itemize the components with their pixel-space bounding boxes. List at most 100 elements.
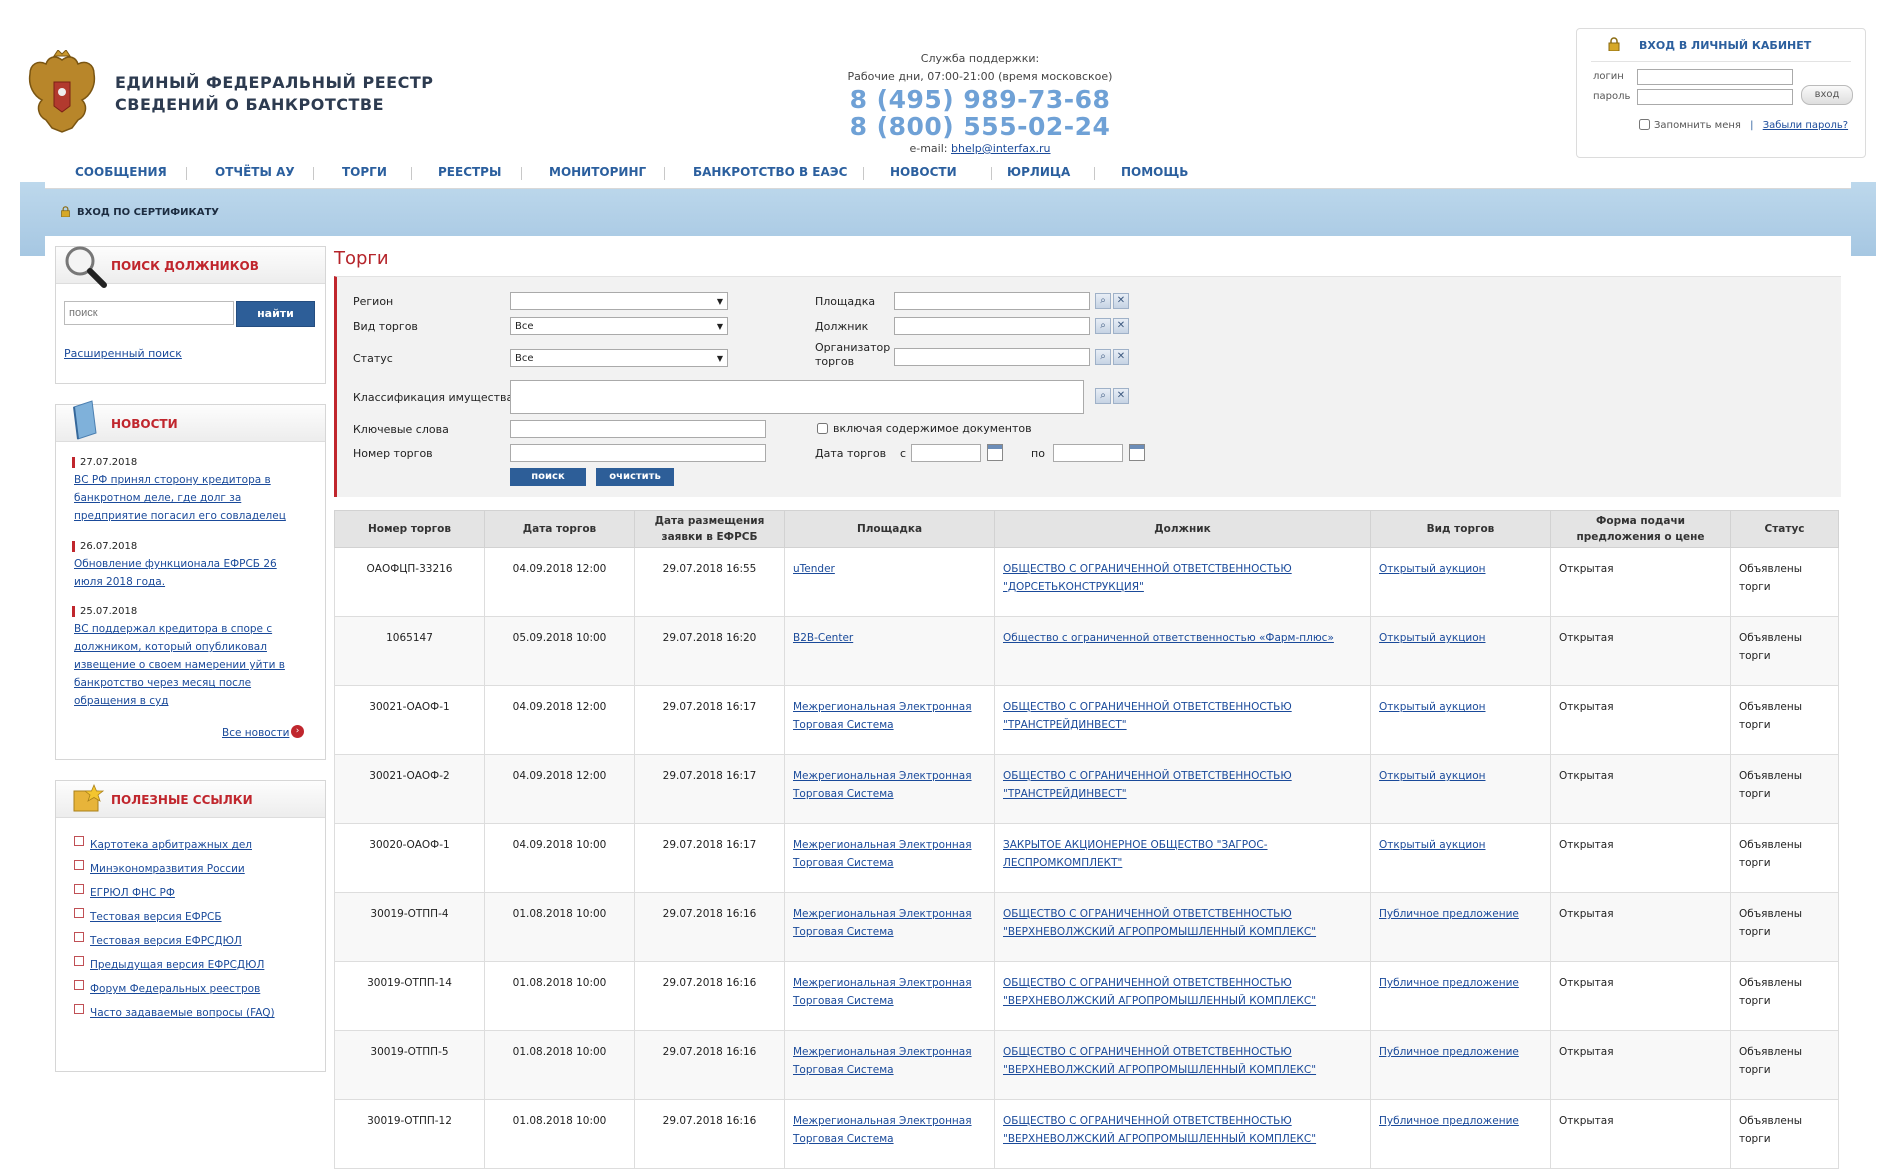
clear-icon[interactable]: ✕ xyxy=(1113,318,1129,334)
debtor-link[interactable]: ОБЩЕСТВО С ОГРАНИЧЕННОЙ ОТВЕТСТВЕННОСТЬЮ… xyxy=(1003,563,1292,593)
table-row[interactable]: 30020-ОАОФ-1 04.09.2018 10:00 29.07.2018 1… xyxy=(334,823,1839,893)
useful-link[interactable]: Форум Федеральных реестров xyxy=(90,983,260,995)
news-link[interactable]: Обновление функционала ЕФРСБ 26 июля 201… xyxy=(74,555,306,591)
useful-link[interactable]: Тестовая версия ЕФРСДЮЛ xyxy=(90,935,242,947)
column-header[interactable]: Должник xyxy=(994,510,1371,548)
platform-link[interactable]: Межрегиональная Электронная Торговая Сис… xyxy=(793,977,972,1007)
debtor-search-input[interactable] xyxy=(64,301,234,325)
debtor-link[interactable]: ЗАКРЫТОЕ АКЦИОНЕРНОЕ ОБЩЕСТВО "ЗАГРОС-ЛЕ… xyxy=(1003,839,1268,869)
useful-link[interactable]: Часто задаваемые вопросы (FAQ) xyxy=(90,1007,275,1019)
table-row[interactable]: 30019-ОТПП-4 01.08.2018 10:00 29.07.2018 1… xyxy=(334,892,1839,962)
column-header[interactable]: Дата торгов xyxy=(484,510,635,548)
debtor-link[interactable]: Общество с ограниченной ответственностью… xyxy=(1003,632,1334,644)
platform-link[interactable]: Межрегиональная Электронная Торговая Сис… xyxy=(793,908,972,938)
table-row[interactable]: 30019-ОТПП-5 01.08.2018 10:00 29.07.2018 1… xyxy=(334,1030,1839,1100)
trade-type-link[interactable]: Открытый аукцион xyxy=(1379,563,1486,575)
trade-type-link[interactable]: Публичное предложение xyxy=(1379,1115,1519,1127)
keywords-input[interactable] xyxy=(510,420,766,438)
column-header[interactable]: Дата размещения заявки в ЕФРСБ xyxy=(634,510,785,548)
password-input[interactable] xyxy=(1637,89,1793,105)
lookup-icon[interactable]: ⌕ xyxy=(1095,388,1111,404)
clear-icon[interactable]: ✕ xyxy=(1113,349,1129,365)
trade-type-link[interactable]: Открытый аукцион xyxy=(1379,632,1486,644)
trade-type-link[interactable]: Открытый аукцион xyxy=(1379,701,1486,713)
table-row[interactable]: 30019-ОТПП-12 01.08.2018 10:00 29.07.2018 … xyxy=(334,1099,1839,1169)
certificate-login[interactable]: ВХОД ПО СЕРТИФИКАТУ xyxy=(60,206,219,218)
calendar-icon[interactable] xyxy=(1129,444,1145,461)
platform-link[interactable]: Межрегиональная Электронная Торговая Сис… xyxy=(793,770,972,800)
lookup-icon[interactable]: ⌕ xyxy=(1095,349,1111,365)
login-submit-button[interactable]: вход xyxy=(1801,85,1853,105)
include-docs-checkbox[interactable] xyxy=(817,423,828,434)
organizer-input[interactable] xyxy=(894,348,1090,366)
column-header[interactable]: Вид торгов xyxy=(1370,510,1551,548)
debtor-link[interactable]: ОБЩЕСТВО С ОГРАНИЧЕННОЙ ОТВЕТСТВЕННОСТЬЮ… xyxy=(1003,1115,1316,1145)
useful-link[interactable]: Тестовая версия ЕФРСБ xyxy=(90,911,222,923)
table-row[interactable]: 30021-ОАОФ-1 04.09.2018 12:00 29.07.2018 1… xyxy=(334,685,1839,755)
nav-item-reports[interactable]: ОТЧЁТЫ АУ xyxy=(215,165,295,179)
lookup-icon[interactable]: ⌕ xyxy=(1095,293,1111,309)
include-docs-option[interactable]: включая содержимое документов xyxy=(817,422,1032,436)
debtor-input[interactable] xyxy=(894,317,1090,335)
calendar-icon[interactable] xyxy=(987,444,1003,461)
useful-link[interactable]: Предыдущая версия ЕФРСДЮЛ xyxy=(90,959,264,971)
forgot-password-link[interactable]: Забыли пароль? xyxy=(1763,120,1848,131)
nav-item-messages[interactable]: СООБЩЕНИЯ xyxy=(75,165,167,179)
find-button[interactable]: найти xyxy=(236,301,315,327)
date-to-input[interactable] xyxy=(1053,444,1123,462)
region-select[interactable]: ▼ xyxy=(510,292,728,310)
nav-item-news[interactable]: НОВОСТИ xyxy=(890,165,957,179)
advanced-search-link[interactable]: Расширенный поиск xyxy=(64,347,182,360)
trade-type-link[interactable]: Открытый аукцион xyxy=(1379,770,1486,782)
clear-icon[interactable]: ✕ xyxy=(1113,388,1129,404)
trade-type-link[interactable]: Публичное предложение xyxy=(1379,977,1519,989)
news-link[interactable]: ВС РФ принял сторону кредитора в банкрот… xyxy=(74,471,306,525)
column-header[interactable]: Форма подачи предложения о цене xyxy=(1550,510,1731,548)
debtor-link[interactable]: ОБЩЕСТВО С ОГРАНИЧЕННОЙ ОТВЕТСТВЕННОСТЬЮ… xyxy=(1003,1046,1316,1076)
platform-link[interactable]: Межрегиональная Электронная Торговая Сис… xyxy=(793,701,972,731)
table-row[interactable]: 1065147 05.09.2018 10:00 29.07.2018 16:20 B… xyxy=(334,616,1839,686)
emblem-logo[interactable] xyxy=(24,49,100,134)
useful-link[interactable]: ЕГРЮЛ ФНС РФ xyxy=(90,887,175,899)
trade-type-link[interactable]: Публичное предложение xyxy=(1379,908,1519,920)
platform-link[interactable]: B2B-Center xyxy=(793,632,853,644)
site-title[interactable]: ЕДИНЫЙ ФЕДЕРАЛЬНЫЙ РЕЕСТР СВЕДЕНИЙ О БАН… xyxy=(115,72,433,116)
trade-type-select[interactable]: Все ▼ xyxy=(510,317,728,335)
trade-type-link[interactable]: Открытый аукцион xyxy=(1379,839,1486,851)
remember-me-checkbox[interactable] xyxy=(1639,119,1650,130)
nav-item-trades[interactable]: ТОРГИ xyxy=(342,165,387,179)
arrow-right-icon[interactable]: › xyxy=(291,725,304,738)
clear-icon[interactable]: ✕ xyxy=(1113,293,1129,309)
column-header[interactable]: Площадка xyxy=(784,510,995,548)
nav-item-legal[interactable]: ЮРЛИЦА xyxy=(1007,165,1070,179)
search-button[interactable]: поиск xyxy=(510,468,586,486)
debtor-link[interactable]: ОБЩЕСТВО С ОГРАНИЧЕННОЙ ОТВЕТСТВЕННОСТЬЮ… xyxy=(1003,770,1292,800)
nav-item-eaeu[interactable]: БАНКРОТСТВО В ЕАЭС xyxy=(693,165,847,179)
lookup-icon[interactable]: ⌕ xyxy=(1095,318,1111,334)
clear-button[interactable]: очистить xyxy=(596,468,674,486)
status-select[interactable]: Все ▼ xyxy=(510,349,728,367)
debtor-link[interactable]: ОБЩЕСТВО С ОГРАНИЧЕННОЙ ОТВЕТСТВЕННОСТЬЮ… xyxy=(1003,701,1292,731)
nav-item-help[interactable]: ПОМОЩЬ xyxy=(1121,165,1188,179)
debtor-link[interactable]: ОБЩЕСТВО С ОГРАНИЧЕННОЙ ОТВЕТСТВЕННОСТЬЮ… xyxy=(1003,977,1316,1007)
nav-item-monitoring[interactable]: МОНИТОРИНГ xyxy=(549,165,646,179)
trade-number-input[interactable] xyxy=(510,444,766,462)
platform-link[interactable]: Межрегиональная Электронная Торговая Сис… xyxy=(793,839,972,869)
news-link[interactable]: ВС поддержал кредитора в споре с должник… xyxy=(74,620,306,710)
platform-link[interactable]: uTender xyxy=(793,563,835,575)
support-email-link[interactable]: bhelp@interfax.ru xyxy=(951,142,1051,155)
login-input[interactable] xyxy=(1637,69,1793,85)
debtor-link[interactable]: ОБЩЕСТВО С ОГРАНИЧЕННОЙ ОТВЕТСТВЕННОСТЬЮ… xyxy=(1003,908,1316,938)
column-header[interactable]: Статус xyxy=(1730,510,1839,548)
classification-input[interactable] xyxy=(510,380,1084,414)
table-row[interactable]: 30019-ОТПП-14 01.08.2018 10:00 29.07.2018 … xyxy=(334,961,1839,1031)
useful-link[interactable]: Картотека арбитражных дел xyxy=(90,839,252,851)
date-from-input[interactable] xyxy=(911,444,981,462)
nav-item-registers[interactable]: РЕЕСТРЫ xyxy=(438,165,501,179)
platform-link[interactable]: Межрегиональная Электронная Торговая Сис… xyxy=(793,1115,972,1145)
useful-link[interactable]: Минэкономразвития России xyxy=(90,863,245,875)
column-header[interactable]: Номер торгов xyxy=(334,510,485,548)
table-row[interactable]: 30021-ОАОФ-2 04.09.2018 12:00 29.07.2018 1… xyxy=(334,754,1839,824)
platform-link[interactable]: Межрегиональная Электронная Торговая Сис… xyxy=(793,1046,972,1076)
trade-type-link[interactable]: Публичное предложение xyxy=(1379,1046,1519,1058)
